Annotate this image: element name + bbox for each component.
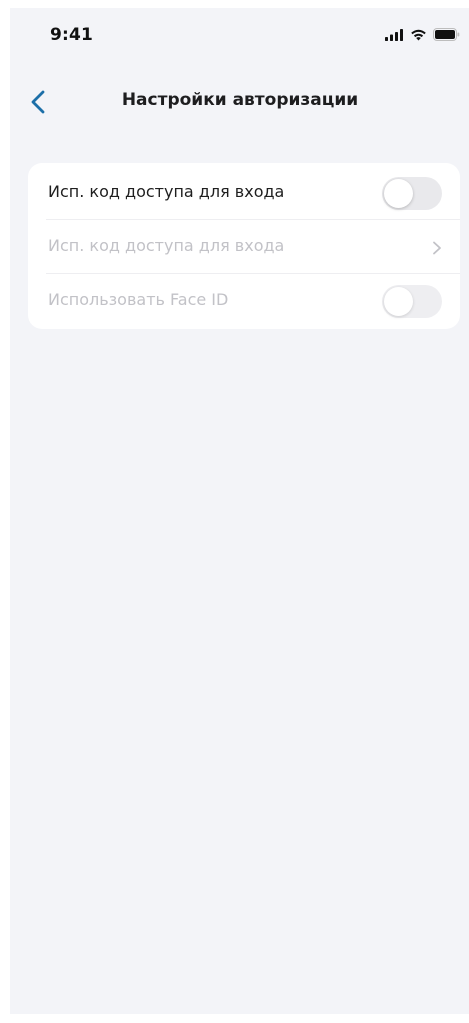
battery-icon <box>433 28 460 41</box>
settings-row-label: Исп. код доступа для входа <box>48 182 285 201</box>
status-bar: 9:41 <box>10 8 469 60</box>
passcode-login-toggle[interactable] <box>382 177 442 210</box>
settings-row-passcode-toggle: Исп. код доступа для входа <box>28 165 460 219</box>
settings-row-label: Использовать Face ID <box>48 290 229 309</box>
cellular-signal-icon <box>385 28 404 41</box>
settings-row-face-id: Использовать Face ID <box>28 273 460 327</box>
settings-row-label: Исп. код доступа для входа <box>48 236 285 255</box>
wifi-icon <box>410 29 427 41</box>
page-title: Настройки авторизации <box>121 90 359 110</box>
toggle-knob <box>384 179 413 208</box>
face-id-toggle[interactable] <box>382 285 442 318</box>
chevron-right-icon <box>432 240 442 255</box>
settings-row-passcode-link[interactable]: Исп. код доступа для входа <box>28 219 460 273</box>
toggle-knob <box>384 287 413 316</box>
app-screen: 9:41 Настройки авторизации Исп. код дост… <box>10 8 469 1014</box>
navigation-bar: Настройки авторизации <box>10 80 469 124</box>
status-time: 9:41 <box>50 25 94 45</box>
settings-card: Исп. код доступа для входа Исп. код дост… <box>28 163 460 329</box>
status-icons <box>385 28 460 41</box>
